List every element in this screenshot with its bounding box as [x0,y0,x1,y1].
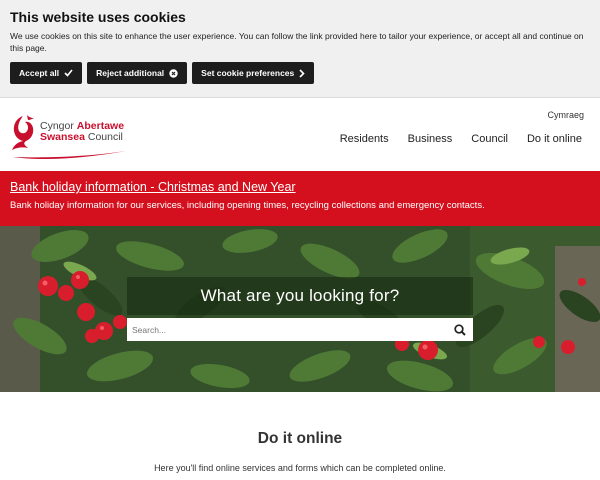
close-circle-icon [169,68,178,78]
search-heading: What are you looking for? [200,286,400,305]
reject-additional-button[interactable]: Reject additional [87,62,188,84]
chevron-right-icon [299,68,305,78]
alert-subtitle: Bank holiday information for our service… [10,200,485,211]
council-logo[interactable]: Cyngor Abertawe Swansea Council [9,112,129,160]
logo-en-word: Council [87,131,123,143]
section-description: Here you'll find online services and for… [154,463,446,473]
reject-additional-label: Reject additional [96,68,165,78]
nav-business[interactable]: Business [408,133,453,145]
search-box [127,318,473,341]
do-it-online-section: Do it online Here you'll find online ser… [0,392,600,480]
accept-all-label: Accept all [19,68,60,78]
nav-council[interactable]: Council [471,133,508,145]
main-nav: Residents Business Council Do it online [340,133,582,145]
cookie-preferences-button[interactable]: Set cookie preferences [192,62,315,84]
search-heading-band: What are you looking for? [127,277,473,315]
logo-en-name: Swansea [40,131,85,143]
search-button[interactable] [447,318,473,341]
search-icon [454,323,466,336]
cookie-text: We use cookies on this site to enhance t… [10,31,584,53]
logo-text: Cyngor Abertawe Swansea Council [40,121,124,143]
alert-banner: Bank holiday information - Christmas and… [0,171,600,226]
search-input[interactable] [127,318,447,341]
accept-all-button[interactable]: Accept all [10,62,83,84]
check-icon [64,69,73,77]
section-heading: Do it online [257,430,343,447]
alert-title-link[interactable]: Bank holiday information - Christmas and… [10,180,590,195]
cookie-buttons: Accept all Reject additional Set cookie … [10,62,315,84]
nav-do-it-online[interactable]: Do it online [527,133,582,145]
language-link[interactable]: Cymraeg [547,110,584,120]
cookie-preferences-label: Set cookie preferences [201,68,295,78]
logo-swoosh [13,151,126,159]
cookie-title: This website uses cookies [10,9,186,25]
site-header: Cyngor Abertawe Swansea Council Cymraeg … [0,99,600,171]
hero-section: What are you looking for? [0,226,600,392]
nav-residents[interactable]: Residents [340,133,389,145]
cookie-banner: This website uses cookies We use cookies… [0,0,600,98]
